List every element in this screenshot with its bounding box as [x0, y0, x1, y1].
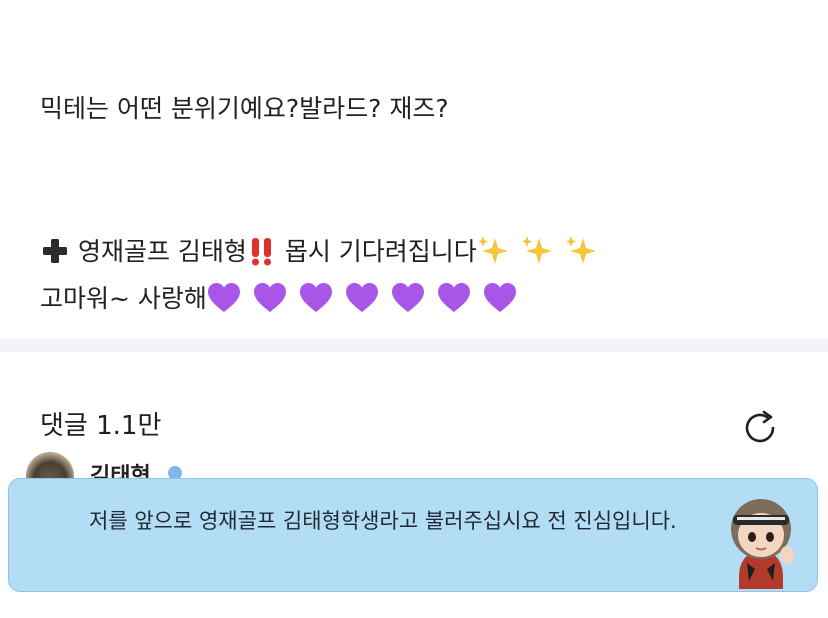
pinned-comment-text: 저를 앞으로 영재골프 김태형학생라고 불러주십시요 전 진심입니다. [89, 509, 677, 533]
post-line-announcement: 영재골프 김태형 몹시 기다려집니다 [40, 235, 603, 269]
thanks-text: 고마워~ 사랑해 [40, 284, 207, 313]
section-divider [0, 338, 828, 352]
heavy-plus-icon [43, 239, 67, 263]
comments-count-title: 댓글 1.1만 [40, 411, 162, 441]
character-sticker-icon [731, 499, 794, 589]
purple-heart-icon [207, 283, 516, 312]
announcement-tail: 몹시 기다려집니다 [284, 237, 477, 266]
sparkles-icon [477, 236, 596, 264]
double-exclamation-icon [251, 238, 271, 266]
post-line-question: 믹테는 어떤 분위기예요?발라드? 재즈? [40, 94, 449, 123]
pinned-comment-card[interactable]: 저를 앞으로 영재골프 김태형학생라고 불러주십시요 전 진심입니다. [8, 478, 818, 592]
refresh-icon[interactable] [740, 408, 780, 448]
announcement-text: 영재골프 김태형 [77, 237, 247, 266]
post-line-thanks: 고마워~ 사랑해 [40, 282, 529, 316]
post-body: 믹테는 어떤 분위기예요?발라드? 재즈? 영재골프 김태형 몹시 기다려집니다… [0, 0, 828, 338]
